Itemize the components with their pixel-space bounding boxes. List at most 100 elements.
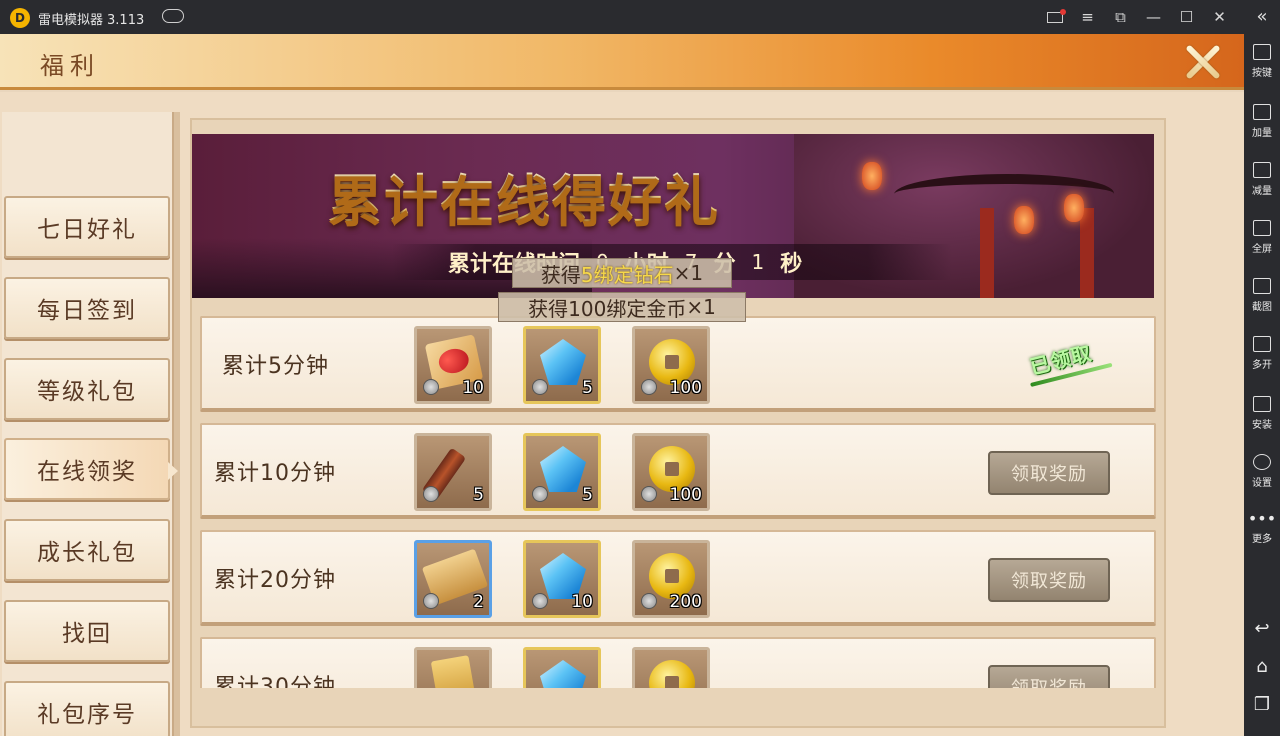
reward-item-coin[interactable]: 100 xyxy=(632,433,710,511)
toast-highlight: 5绑定钻石 xyxy=(580,262,674,287)
reward-item-diamond[interactable]: 5 xyxy=(523,326,601,404)
multi-instance-icon xyxy=(1253,336,1271,352)
game-screen: 福利 七日好礼 每日签到 等级礼包 在线领奖 成长礼包 找回 礼包序号 累计在线… xyxy=(0,34,1244,736)
sidebar-multi[interactable]: 多开 xyxy=(1244,336,1280,371)
app-title: 雷电模拟器 3.113 xyxy=(38,9,144,28)
maximize-button[interactable]: ☐ xyxy=(1170,0,1203,34)
menu-recover[interactable]: 找回 xyxy=(4,600,170,662)
emulator-titlebar: D 雷电模拟器 3.113 ≡ ⧉ — ☐ ✕ xyxy=(0,0,1280,34)
menu-gift-code[interactable]: 礼包序号 xyxy=(4,681,170,736)
claim-reward-button[interactable]: 领取奖励 xyxy=(988,558,1110,602)
sidebar-label: 按键 xyxy=(1252,68,1272,79)
item-count: 200 xyxy=(669,592,702,612)
menu-daily-signin[interactable]: 每日签到 xyxy=(4,277,170,339)
reward-item-coin[interactable]: 100 xyxy=(632,326,710,404)
home-icon: ⌂ xyxy=(1256,656,1268,677)
menu-label: 等级礼包 xyxy=(37,379,137,405)
lock-icon xyxy=(532,593,548,609)
toast-prefix: 获得 xyxy=(528,296,569,321)
sidebar-label: 减量 xyxy=(1252,186,1272,197)
apk-install-icon xyxy=(1253,396,1271,412)
minimize-button[interactable]: — xyxy=(1137,0,1170,34)
maximize-icon: ☐ xyxy=(1179,8,1194,26)
seconds-unit: 秒 xyxy=(780,252,803,277)
lock-icon xyxy=(423,379,439,395)
lock-icon xyxy=(423,486,439,502)
menu-level-gift[interactable]: 等级礼包 xyxy=(4,358,170,420)
sidebar-settings[interactable]: 设置 xyxy=(1244,454,1280,489)
claimed-stamp: 已领取 xyxy=(1026,337,1094,380)
menu-label: 在线领奖 xyxy=(37,459,137,485)
claim-reward-button[interactable]: 领取奖励 xyxy=(988,451,1110,495)
banner-title: 累计在线得好礼 xyxy=(328,156,720,235)
lantern-icon xyxy=(1014,206,1034,234)
pin-button[interactable]: ⧉ xyxy=(1104,0,1137,34)
welfare-title: 福利 xyxy=(40,52,100,80)
back-icon: ↩ xyxy=(1254,618,1270,639)
sidebar-label: 多开 xyxy=(1252,360,1272,371)
close-panel-icon[interactable] xyxy=(1180,40,1226,84)
recent-apps-button[interactable]: ❐ xyxy=(1244,694,1280,715)
welfare-header: 福利 xyxy=(0,34,1244,90)
menu-label: 礼包序号 xyxy=(37,702,137,728)
reward-item-diamond[interactable]: 10 xyxy=(523,540,601,618)
back-button[interactable]: ↩ xyxy=(1244,618,1280,639)
reward-item-coin[interactable]: 200 xyxy=(632,540,710,618)
sidebar-keyboard[interactable]: 按键 xyxy=(1244,44,1280,79)
lock-icon xyxy=(532,486,548,502)
app-name: 雷电模拟器 xyxy=(38,13,104,28)
collapse-sidebar-icon[interactable]: « xyxy=(1244,6,1280,27)
item-count: 5 xyxy=(582,378,593,398)
item-count: 5 xyxy=(473,485,484,505)
volume-up-icon xyxy=(1253,104,1271,120)
item-count: 100 xyxy=(669,378,702,398)
lock-icon xyxy=(641,379,657,395)
item-count: 10 xyxy=(571,592,593,612)
diamond-icon xyxy=(540,446,586,492)
sidebar-label: 全屏 xyxy=(1252,244,1272,255)
gamepad-icon[interactable] xyxy=(162,9,184,23)
toast-message: 获得 5绑定钻石 ×1 xyxy=(512,258,732,288)
reward-row-label: 累计5分钟 xyxy=(222,354,329,379)
welfare-menu: 七日好礼 每日签到 等级礼包 在线领奖 成长礼包 找回 礼包序号 xyxy=(2,112,180,736)
sidebar-label: 截图 xyxy=(1252,302,1272,313)
window-controls: ≡ ⧉ — ☐ ✕ xyxy=(1038,0,1236,34)
sidebar-volume-up[interactable]: 加量 xyxy=(1244,104,1280,139)
menu-button[interactable]: ≡ xyxy=(1071,0,1104,34)
home-button[interactable]: ⌂ xyxy=(1244,656,1280,677)
more-icon: ••• xyxy=(1247,509,1277,528)
reward-item-parchment[interactable]: 2 xyxy=(414,540,492,618)
menu-growth-gift[interactable]: 成长礼包 xyxy=(4,519,170,581)
sidebar-screenshot[interactable]: 截图 xyxy=(1244,278,1280,313)
lantern-icon xyxy=(862,162,882,190)
reward-item-fruit[interactable]: 10 xyxy=(414,326,492,404)
lock-icon xyxy=(423,593,439,609)
reward-row: 累计20分钟 2 10 200 领取奖励 xyxy=(200,530,1156,626)
sidebar-label: 加量 xyxy=(1252,128,1272,139)
reward-item-scroll[interactable]: 5 xyxy=(414,433,492,511)
volume-down-icon xyxy=(1253,162,1271,178)
mail-button[interactable] xyxy=(1038,0,1071,34)
menu-label: 每日签到 xyxy=(37,298,137,324)
reward-item-diamond[interactable]: 5 xyxy=(523,433,601,511)
sidebar-fullscreen[interactable]: 全屏 xyxy=(1244,220,1280,255)
menu-online-reward[interactable]: 在线领奖 xyxy=(4,438,178,500)
scissors-icon xyxy=(1253,278,1271,294)
lock-icon xyxy=(641,593,657,609)
lock-icon xyxy=(532,379,548,395)
fullscreen-icon xyxy=(1253,220,1271,236)
pillar xyxy=(980,208,994,298)
lock-icon xyxy=(641,486,657,502)
toast-suffix: ×1 xyxy=(673,261,704,285)
close-button[interactable]: ✕ xyxy=(1203,0,1236,34)
sidebar-install[interactable]: 安装 xyxy=(1244,396,1280,431)
emulator-logo-icon: D xyxy=(10,8,30,28)
menu-seven-day-gift[interactable]: 七日好礼 xyxy=(4,196,170,258)
sidebar-label: 设置 xyxy=(1252,478,1272,489)
toast-highlight: 100绑定金币 xyxy=(568,296,687,321)
reward-row: 累计5分钟 10 5 100 已领取 xyxy=(200,316,1156,412)
hamburger-icon: ≡ xyxy=(1081,8,1094,26)
sidebar-volume-down[interactable]: 减量 xyxy=(1244,162,1280,197)
sidebar-more[interactable]: ••• 更多 xyxy=(1244,509,1280,546)
reward-row-label: 累计10分钟 xyxy=(214,461,336,486)
